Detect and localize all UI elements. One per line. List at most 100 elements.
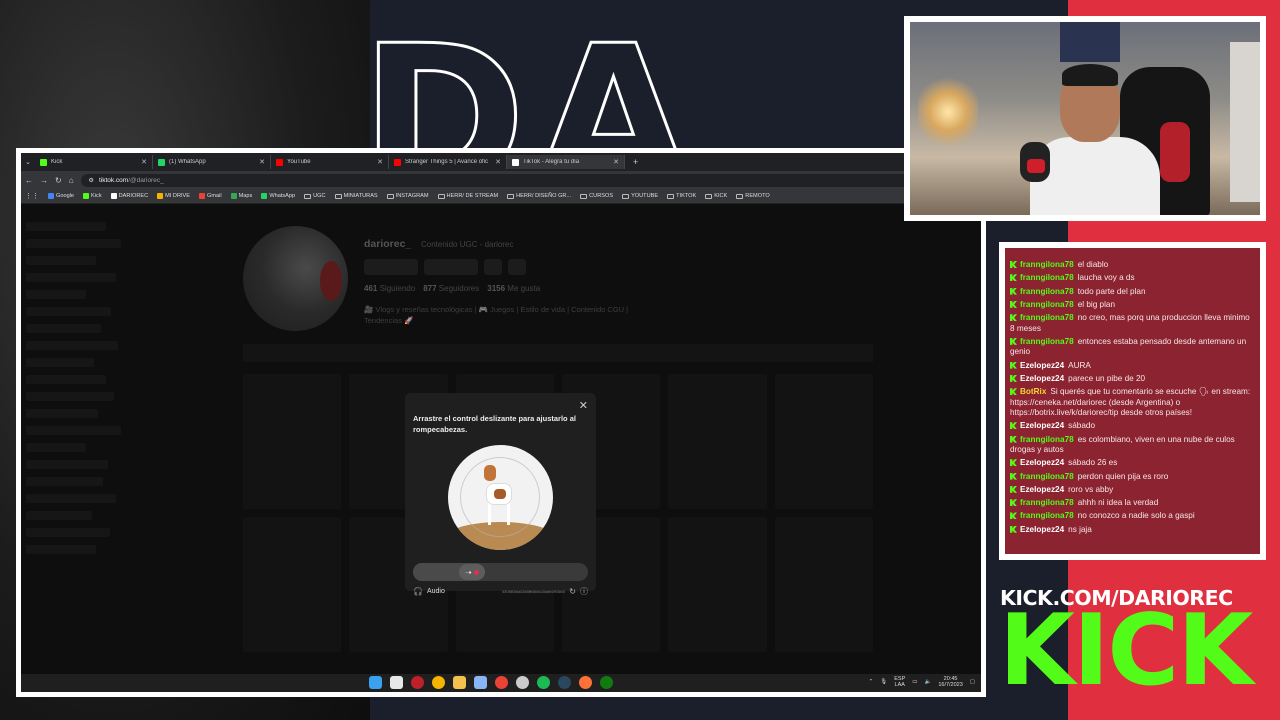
close-tab-icon[interactable]: ✕ xyxy=(377,158,383,166)
video-thumb[interactable] xyxy=(774,374,873,509)
bookmark-item[interactable]: INSTAGRAM xyxy=(386,193,429,199)
video-thumb[interactable] xyxy=(774,517,873,652)
youtube-icon xyxy=(276,158,283,166)
slider-handle[interactable]: ➝ xyxy=(458,564,485,580)
volume-icon[interactable]: 🔈 xyxy=(924,679,931,685)
bookmark-item[interactable]: HERR/ DISEÑO GR... xyxy=(507,193,571,199)
network-icon[interactable]: ▭ xyxy=(912,679,917,685)
chat-username[interactable]: Ezelopez24 xyxy=(1020,421,1064,430)
store-icon[interactable] xyxy=(390,676,403,689)
mic-icon[interactable]: 🎙 xyxy=(880,679,887,685)
back-icon[interactable]: ← xyxy=(25,176,33,185)
chat-username[interactable]: franngilona78 xyxy=(1020,435,1074,444)
chat-username[interactable]: Ezelopez24 xyxy=(1020,525,1064,534)
audio-button[interactable]: Audio xyxy=(427,588,445,595)
recorder-icon[interactable] xyxy=(411,676,424,689)
bookmark-label: WhatsApp xyxy=(269,193,296,199)
bookmark-item[interactable]: HERR/ DE STREAM xyxy=(437,193,498,199)
puzzle-rotation-ring xyxy=(460,457,540,537)
info-icon[interactable]: ⓘ xyxy=(580,586,588,597)
bookmark-item[interactable]: Maps xyxy=(230,193,252,199)
close-tab-icon[interactable]: ✕ xyxy=(141,158,147,166)
home-icon[interactable]: ⌂ xyxy=(69,176,74,185)
edit-profile-button[interactable] xyxy=(364,259,418,275)
chat-username[interactable]: franngilona78 xyxy=(1020,273,1074,282)
bookmark-item[interactable]: KICK xyxy=(705,193,727,199)
browser-tab[interactable]: TikTok - Alegra tu día ✕ xyxy=(507,155,625,169)
language-indicator[interactable]: ESP LAA xyxy=(894,676,905,688)
video-thumb[interactable] xyxy=(668,374,767,509)
bio-line: Tendencias 🚀 xyxy=(364,316,414,325)
chat-username[interactable]: franngilona78 xyxy=(1020,313,1074,322)
refresh-icon[interactable]: ↻ xyxy=(569,587,576,596)
address-input[interactable]: ⚙ tiktok.com/@dariorec_ xyxy=(80,173,912,187)
notifications-icon[interactable]: ▢ xyxy=(970,679,975,685)
calculator-icon[interactable] xyxy=(474,676,487,689)
chat-username[interactable]: BotRix xyxy=(1020,387,1046,396)
site-favicon-icon xyxy=(230,193,237,199)
chat-username[interactable]: franngilona78 xyxy=(1020,287,1074,296)
close-icon[interactable]: ✕ xyxy=(579,399,588,412)
bookmark-item[interactable]: Gmail xyxy=(199,193,222,199)
browser-window-frame: ⌄ Kick ✕ (1) WhatsApp ✕ YouTube ✕ Stranger Thi… xyxy=(16,148,986,697)
reload-icon[interactable]: ↻ xyxy=(55,176,62,185)
kick-badge-icon xyxy=(1010,388,1017,396)
browser-tab[interactable]: YouTube ✕ xyxy=(271,155,389,169)
bookmark-item[interactable]: WhatsApp xyxy=(261,193,295,199)
chrome-icon[interactable] xyxy=(495,676,508,689)
browser-tab[interactable]: Stranger Things 5 | Avance ofic ✕ xyxy=(389,155,507,169)
bookmark-item[interactable]: TIKTOK xyxy=(667,193,696,199)
video-thumb[interactable] xyxy=(243,374,342,509)
headphones-icon[interactable]: 🎧 xyxy=(413,587,423,596)
close-tab-icon[interactable]: ✕ xyxy=(259,158,265,166)
settings-button[interactable] xyxy=(484,259,502,275)
chevron-up-icon[interactable]: ⌃ xyxy=(869,679,874,685)
captcha-slider[interactable]: ➝ xyxy=(413,563,588,581)
chat-username[interactable]: Ezelopez24 xyxy=(1020,485,1064,494)
chat-username[interactable]: Ezelopez24 xyxy=(1020,374,1064,383)
chat-username[interactable]: franngilona78 xyxy=(1020,300,1074,309)
apps-grid-icon[interactable]: ⋮⋮ xyxy=(25,192,39,200)
xbox-icon[interactable] xyxy=(600,676,613,689)
close-tab-icon[interactable]: ✕ xyxy=(613,158,619,166)
close-tab-icon[interactable]: ✕ xyxy=(495,158,501,166)
site-favicon-icon xyxy=(48,193,54,199)
firefox-icon[interactable] xyxy=(579,676,592,689)
forward-icon[interactable]: → xyxy=(40,176,48,185)
browser-tab[interactable]: (1) WhatsApp ✕ xyxy=(153,155,271,169)
chat-username[interactable]: franngilona78 xyxy=(1020,260,1074,269)
share-button[interactable] xyxy=(508,259,526,275)
puzzle-image xyxy=(448,445,553,550)
bookmark-item[interactable]: UGC xyxy=(304,193,326,199)
settings-gear-icon[interactable] xyxy=(516,676,529,689)
chat-username[interactable]: franngilona78 xyxy=(1020,511,1074,520)
video-thumb[interactable] xyxy=(668,517,767,652)
profile-avatar[interactable] xyxy=(243,226,348,331)
bookmark-item[interactable]: MINIATURAS xyxy=(334,193,378,199)
chat-username[interactable]: franngilona78 xyxy=(1020,498,1074,507)
bookmark-item[interactable]: Google xyxy=(48,193,74,199)
bookmark-item[interactable]: MI DRIVE xyxy=(157,193,190,199)
windows-start-icon[interactable] xyxy=(369,676,382,689)
clock[interactable]: 20:45 16/7/2023 xyxy=(938,676,962,688)
bookmark-item[interactable]: YOUTUBE xyxy=(622,193,658,199)
browser-tab[interactable]: Kick ✕ xyxy=(35,155,153,169)
file-explorer-icon[interactable] xyxy=(453,676,466,689)
chat-username[interactable]: Ezelopez24 xyxy=(1020,458,1064,467)
site-info-icon[interactable]: ⚙ xyxy=(89,177,94,184)
chrome-yellow-icon[interactable] xyxy=(432,676,445,689)
new-tab-button[interactable]: + xyxy=(625,157,646,167)
chat-username[interactable]: Ezelopez24 xyxy=(1020,361,1064,370)
chat-username[interactable]: franngilona78 xyxy=(1020,337,1074,346)
tab-search-icon[interactable]: ⌄ xyxy=(21,158,35,166)
site-favicon-icon xyxy=(261,193,268,199)
promote-button[interactable] xyxy=(424,259,478,275)
bookmark-item[interactable]: CURSOS xyxy=(580,193,613,199)
steam-icon[interactable] xyxy=(558,676,571,689)
bookmark-item[interactable]: REMOTO xyxy=(736,193,770,199)
chat-username[interactable]: franngilona78 xyxy=(1020,472,1074,481)
bookmark-item[interactable]: DARIOREC xyxy=(110,193,148,199)
spotify-icon[interactable] xyxy=(537,676,550,689)
video-thumb[interactable] xyxy=(243,517,342,652)
bookmark-item[interactable]: Kick xyxy=(83,193,102,199)
